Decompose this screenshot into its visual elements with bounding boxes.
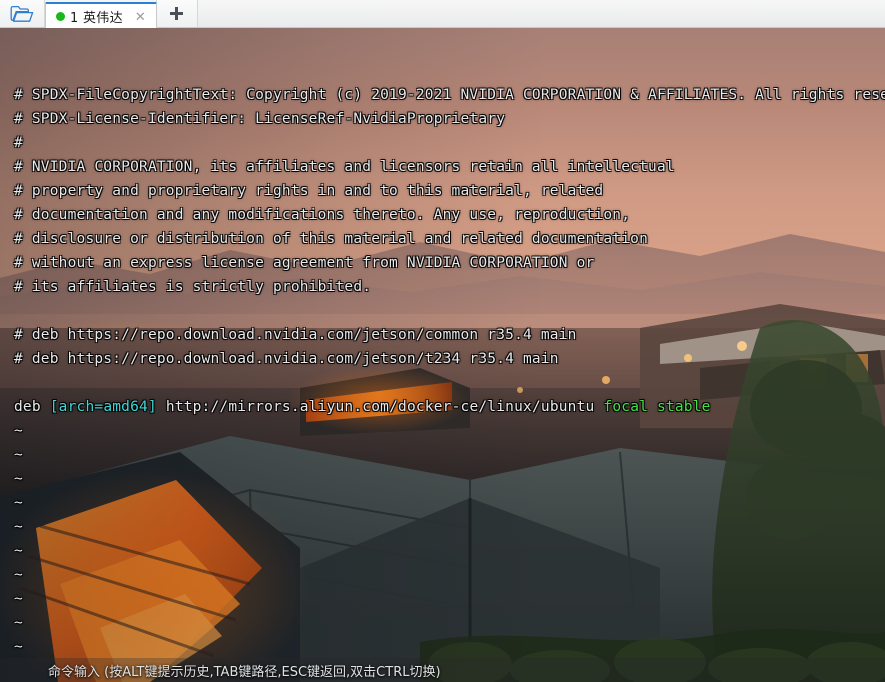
session-tab-label: 1 英伟达	[70, 10, 123, 26]
editor-line: ~	[14, 611, 885, 635]
status-bar: 命令输入 (按ALT键提示历史,TAB键路径,ESC键返回,双击CTRL切换)	[0, 658, 885, 682]
editor-line-segment: [arch=amd64]	[49, 399, 157, 415]
editor-line-segment: ~	[14, 495, 23, 511]
editor-line: ~	[14, 539, 885, 563]
editor-line-segment: # SPDX-FileCopyrightText: Copyright (c) …	[14, 87, 885, 103]
editor-line-segment: ~	[14, 639, 23, 655]
plus-icon	[170, 7, 184, 20]
editor-line-segment: ~	[14, 519, 23, 535]
session-tab[interactable]: 1 英伟达 ✕	[45, 2, 157, 28]
editor-line: # documentation and any modifications th…	[14, 203, 885, 227]
editor-line: ~	[14, 563, 885, 587]
editor-line-segment: deb	[14, 399, 50, 415]
editor-line-segment: # NVIDIA CORPORATION, its affiliates and…	[14, 159, 675, 175]
editor-line-segment: focal stable	[603, 399, 711, 415]
editor-line-segment: # disclosure or distribution of this mat…	[14, 231, 649, 247]
editor-line: # property and proprietary rights in and…	[14, 179, 885, 203]
editor-line: deb [arch=amd64] http://mirrors.aliyun.c…	[14, 395, 885, 419]
editor-line-segment: http://mirrors.aliyun.com/docker-ce/linu…	[156, 399, 604, 415]
new-tab-button[interactable]	[155, 0, 197, 27]
status-bar-hint: 命令输入 (按ALT键提示历史,TAB键路径,ESC键返回,双击CTRL切换)	[48, 664, 441, 680]
editor-line-segment: ~	[14, 423, 23, 439]
editor-line-segment: #	[14, 135, 23, 151]
editor-line: # SPDX-License-Identifier: LicenseRef-Nv…	[14, 107, 885, 131]
editor-line-segment: ~	[14, 591, 23, 607]
open-folder-button[interactable]	[0, 0, 45, 27]
editor-line-segment: ~	[14, 567, 23, 583]
terminal-window: 1 英伟达 ✕ # SPDX-FileCopyrightText: Copyri…	[0, 0, 885, 682]
editor-line-segment: # without an express license agreement f…	[14, 255, 595, 271]
tab-bar-empty-area	[196, 0, 885, 27]
connection-status-dot	[56, 11, 65, 21]
folder-icon	[10, 5, 34, 22]
editor-lines: # SPDX-FileCopyrightText: Copyright (c) …	[14, 83, 885, 659]
terminal-view[interactable]: # SPDX-FileCopyrightText: Copyright (c) …	[0, 28, 885, 682]
editor-line-segment: ~	[14, 543, 23, 559]
editor-line: # NVIDIA CORPORATION, its affiliates and…	[14, 155, 885, 179]
editor-line: #	[14, 131, 885, 155]
tab-bar: 1 英伟达 ✕	[0, 0, 885, 28]
editor-line-segment: ~	[14, 471, 23, 487]
editor-line: # without an express license agreement f…	[14, 251, 885, 275]
editor-line: ~	[14, 443, 885, 467]
editor-line-segment: # its affiliates is strictly prohibited.	[14, 279, 372, 295]
close-icon[interactable]: ✕	[133, 10, 148, 23]
editor-line-segment: # documentation and any modifications th…	[14, 207, 631, 223]
editor-line: # disclosure or distribution of this mat…	[14, 227, 885, 251]
editor-line-segment: # deb https://repo.download.nvidia.com/j…	[14, 351, 559, 367]
editor-line: # SPDX-FileCopyrightText: Copyright (c) …	[14, 83, 885, 107]
editor-line-segment: # property and proprietary rights in and…	[14, 183, 604, 199]
editor-line: ~	[14, 467, 885, 491]
terminal-text-buffer[interactable]: # SPDX-FileCopyrightText: Copyright (c) …	[0, 28, 885, 682]
editor-line: ~	[14, 491, 885, 515]
editor-line-segment: # SPDX-License-Identifier: LicenseRef-Nv…	[14, 111, 506, 127]
editor-line-segment: # deb https://repo.download.nvidia.com/j…	[14, 327, 577, 343]
editor-line: # deb https://repo.download.nvidia.com/j…	[14, 323, 885, 347]
editor-line: ~	[14, 419, 885, 443]
editor-line: # deb https://repo.download.nvidia.com/j…	[14, 347, 885, 371]
editor-line: ~	[14, 635, 885, 659]
editor-line: # its affiliates is strictly prohibited.	[14, 275, 885, 299]
editor-line: ~	[14, 515, 885, 539]
editor-line: ~	[14, 587, 885, 611]
editor-line-segment: ~	[14, 615, 23, 631]
editor-line-segment: ~	[14, 447, 23, 463]
